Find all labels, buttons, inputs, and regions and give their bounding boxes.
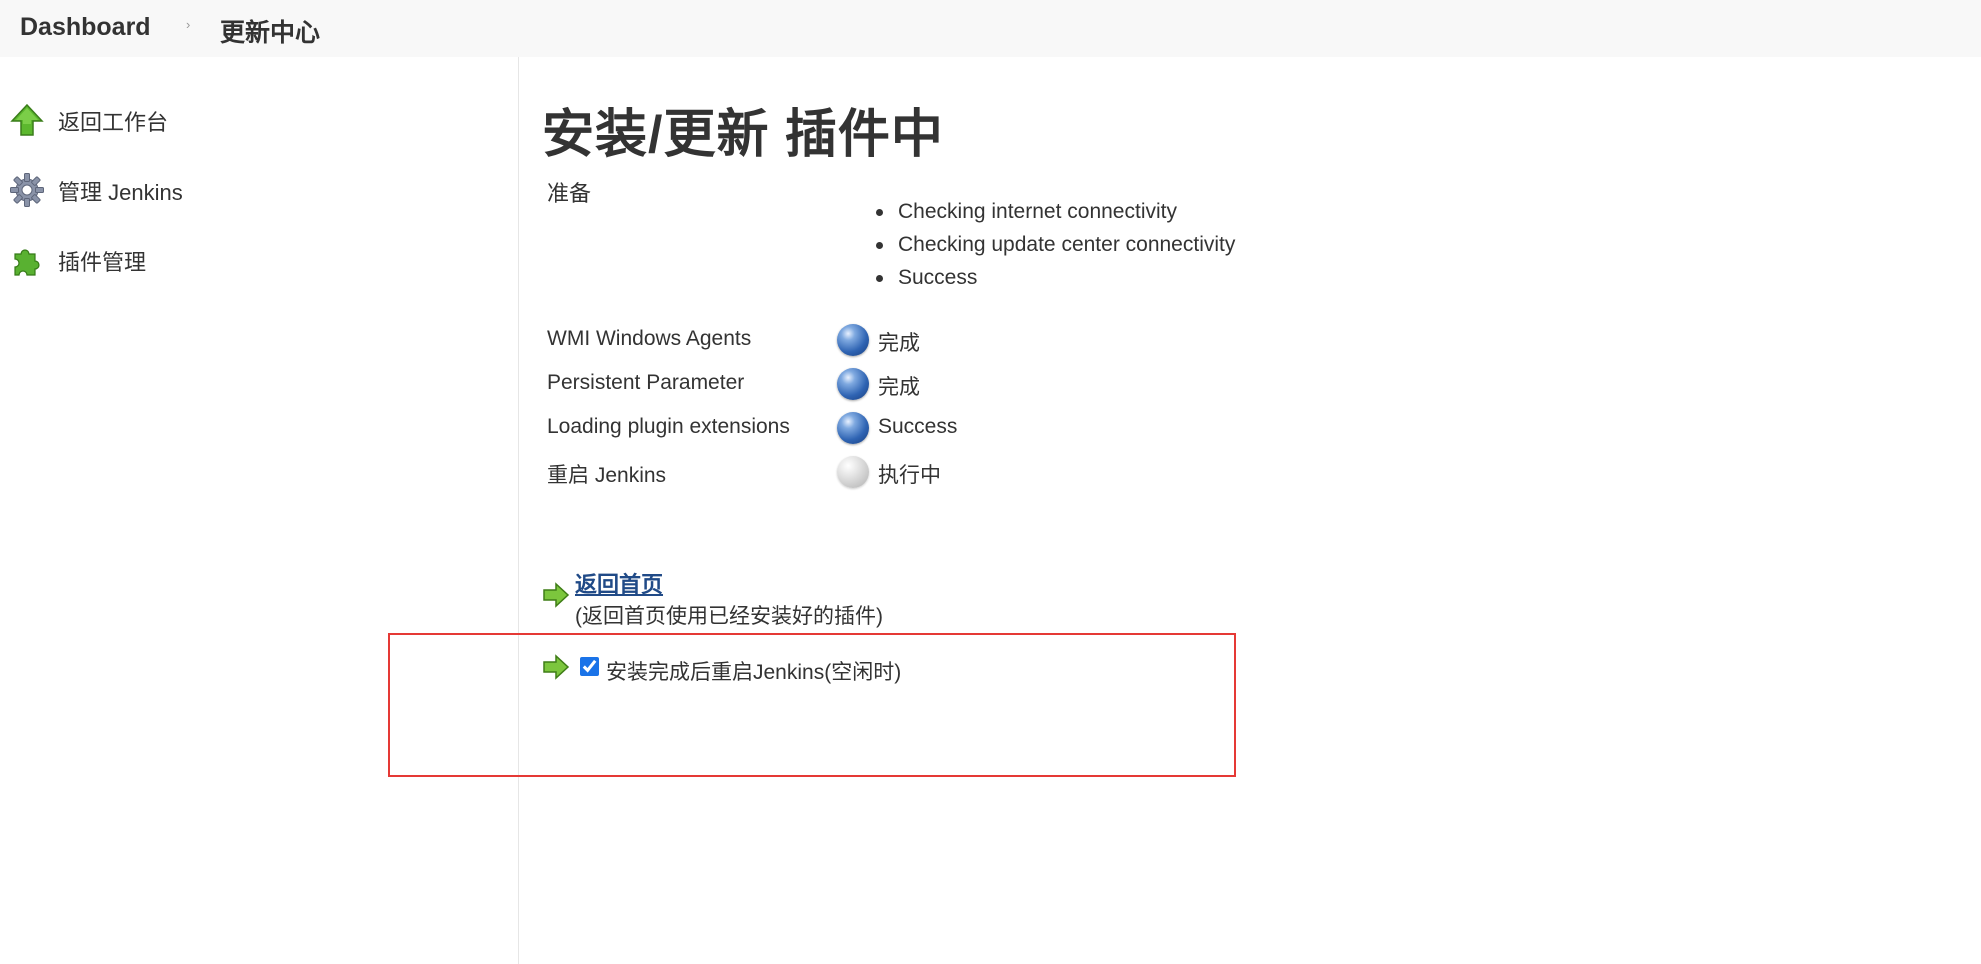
- status-ball-icon: [837, 456, 869, 488]
- sidebar-item-label: 插件管理: [58, 250, 147, 275]
- plugin-name: WMI Windows Agents: [547, 327, 752, 350]
- plugin-name: Loading plugin extensions: [547, 415, 790, 438]
- plugin-name: Persistent Parameter: [547, 371, 745, 394]
- plugin-name: 重启 Jenkins: [547, 464, 667, 487]
- return-home-description: (返回首页使用已经安装好的插件): [575, 605, 883, 628]
- restart-after-install-label[interactable]: 安装完成后重启Jenkins(空闲时): [606, 656, 901, 686]
- up-arrow-icon: [10, 103, 44, 136]
- plugin-status: 完成: [878, 332, 920, 355]
- list-item: Success: [875, 263, 1235, 296]
- breadcrumb-separator-icon: ›: [186, 17, 191, 32]
- restart-after-install-checkbox[interactable]: [580, 657, 599, 676]
- status-ball-icon: [837, 324, 869, 356]
- right-arrow-icon: [543, 654, 570, 680]
- sidebar-divider: [518, 57, 519, 964]
- sidebar-item-label: 管理 Jenkins: [58, 180, 183, 205]
- plugin-status: 完成: [878, 376, 920, 399]
- sidebar-item-label: 返回工作台: [58, 110, 169, 135]
- return-home-link[interactable]: 返回首页: [575, 567, 663, 599]
- breadcrumb-dashboard[interactable]: Dashboard: [20, 13, 151, 42]
- highlight-box: [388, 633, 1236, 777]
- list-item: Checking internet connectivity: [875, 197, 1235, 230]
- plugin-status: Success: [878, 415, 958, 438]
- puzzle-icon: [14, 249, 40, 276]
- status-ball-icon: [837, 412, 869, 444]
- right-arrow-icon: [543, 582, 570, 608]
- sidebar-item-manage-jenkins[interactable]: 管理 Jenkins: [0, 164, 510, 216]
- sidebar-item-plugin-manager[interactable]: 插件管理: [0, 234, 510, 286]
- plugin-status: 执行中: [878, 464, 941, 487]
- page-title: 安装/更新 插件中: [542, 106, 944, 164]
- breadcrumb: Dashboard › 更新中心: [0, 0, 1981, 57]
- gear-icon: [10, 173, 44, 207]
- preparation-steps-list: Checking internet connectivity Checking …: [875, 197, 1235, 296]
- sidebar-item-back-to-dashboard[interactable]: 返回工作台: [0, 94, 510, 146]
- status-ball-icon: [837, 368, 869, 400]
- list-item: Checking update center connectivity: [875, 230, 1235, 263]
- breadcrumb-update-center[interactable]: 更新中心: [220, 13, 320, 49]
- preparation-label: 准备: [547, 181, 592, 206]
